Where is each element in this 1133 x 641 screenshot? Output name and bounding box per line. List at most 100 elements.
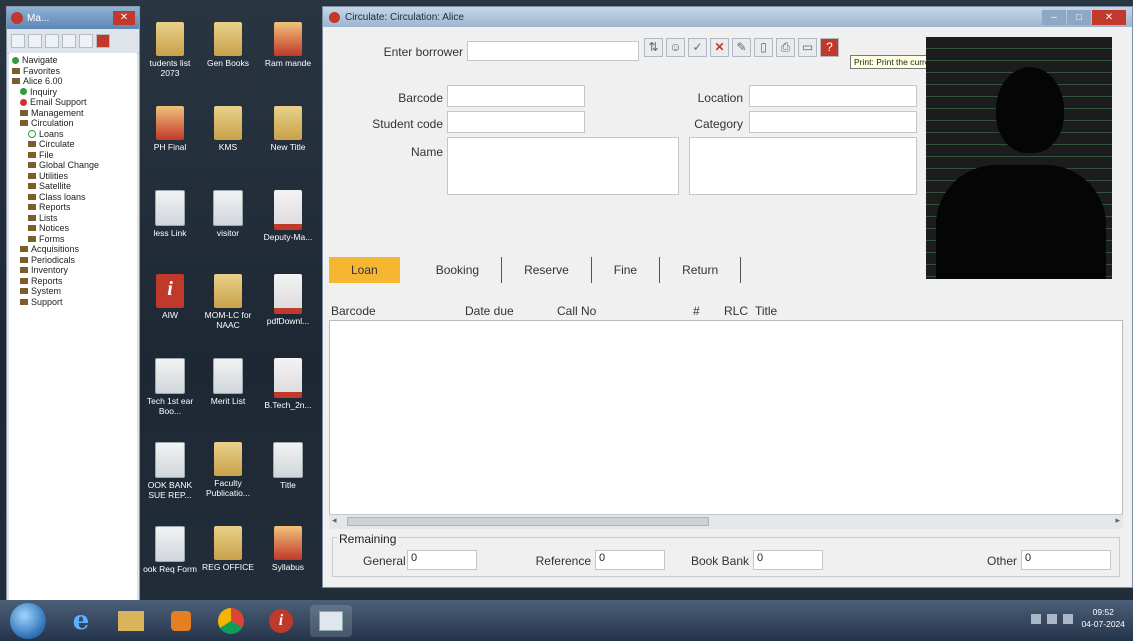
desktop-icon[interactable]: B.Tech_2n... [260, 358, 316, 410]
home-icon[interactable] [45, 34, 59, 48]
tab-reserve[interactable]: Reserve [502, 257, 592, 283]
tree-item[interactable]: Inventory [12, 265, 134, 276]
circulation-titlebar[interactable]: Circulate: Circulation: Alice – □ ✕ [323, 7, 1132, 27]
tree-item[interactable]: Reports [12, 202, 134, 213]
person-icon[interactable]: ☺ [666, 38, 685, 57]
desktop-icon[interactable]: tudents list 2073 [142, 22, 198, 78]
tree-item[interactable]: Support [12, 297, 134, 308]
tree-item[interactable]: Management [12, 108, 134, 119]
desktop-icon[interactable]: PH Final [142, 106, 198, 152]
desktop-icon[interactable]: Gen Books [200, 22, 256, 68]
pin-icon[interactable] [79, 34, 93, 48]
folder-icon [28, 162, 36, 169]
desktop-icon[interactable]: less Link [142, 190, 198, 238]
tree-item[interactable]: Global Change [12, 160, 134, 171]
tree-item[interactable]: Lists [12, 213, 134, 224]
network-icon[interactable] [1047, 614, 1057, 624]
tree-item[interactable]: Favorites [12, 66, 134, 77]
desktop-icon[interactable]: Merit List [200, 358, 256, 406]
desktop-icon[interactable]: Deputy-Ma... [260, 190, 316, 242]
desktop-icon[interactable]: ook Req Form [142, 526, 198, 574]
col-title[interactable]: Title [755, 304, 777, 318]
enter-borrower-input[interactable] [467, 41, 639, 61]
tree-item[interactable]: Reports [12, 276, 134, 287]
tree-item[interactable]: Inquiry [12, 87, 134, 98]
desktop-icon[interactable]: REG OFFICE [200, 526, 256, 572]
clock-time: 09:52 [1092, 607, 1114, 617]
tab-return[interactable]: Return [660, 257, 742, 283]
green-dot-icon [20, 88, 27, 96]
tree-item[interactable]: Loans [12, 129, 134, 140]
edit-icon[interactable]: ✎ [732, 38, 751, 57]
col-barcode[interactable]: Barcode [331, 304, 376, 318]
volume-icon[interactable] [1063, 614, 1073, 624]
minimize-icon[interactable]: – [1042, 9, 1066, 25]
tree-item-label: Periodicals [31, 254, 76, 265]
close-icon[interactable]: ✕ [1092, 9, 1126, 25]
col-date-due[interactable]: Date due [465, 304, 514, 318]
back-icon[interactable] [11, 34, 25, 48]
desktop-icon[interactable]: Syllabus [260, 526, 316, 572]
desktop-icon[interactable]: MOM-LC for NAAC [200, 274, 256, 330]
desktop-icon[interactable]: pdfDownl... [260, 274, 316, 326]
tree-item[interactable]: Circulate [12, 139, 134, 150]
desktop-icon[interactable]: OOK BANK SUE REP... [142, 442, 198, 500]
help-icon[interactable]: ? [820, 38, 839, 57]
clock[interactable]: 09:52 04-07-2024 [1082, 606, 1125, 630]
folder-icon [28, 214, 36, 221]
tree-item[interactable]: System [12, 286, 134, 297]
tree-item[interactable]: Periodicals [12, 255, 134, 266]
scroll-left-icon[interactable]: ◂ [332, 515, 337, 526]
loan-grid[interactable] [329, 320, 1123, 528]
horizontal-scrollbar[interactable]: ◂ ▸ [329, 514, 1123, 529]
tab-fine[interactable]: Fine [592, 257, 661, 283]
tree-item[interactable]: Navigate [12, 55, 134, 66]
tree-item[interactable]: File [12, 150, 134, 161]
refresh-icon[interactable] [62, 34, 76, 48]
tree-item[interactable]: Satellite [12, 181, 134, 192]
desktop-icon[interactable]: New Title [260, 106, 316, 152]
desktop-icon[interactable]: visitor [200, 190, 256, 238]
flag-icon[interactable] [1031, 614, 1041, 624]
tree-item[interactable]: Forms [12, 234, 134, 245]
tree-item[interactable]: Circulation [12, 118, 134, 129]
name-field [447, 137, 679, 195]
desktop-icon[interactable]: Tech 1st ear Boo... [142, 358, 198, 416]
tab-booking[interactable]: Booking [414, 257, 503, 283]
scrollbar-thumb[interactable] [347, 517, 709, 526]
help-icon[interactable] [96, 34, 110, 48]
navigator-titlebar[interactable]: Ma... ✕ [7, 7, 139, 29]
tree-item[interactable]: Alice 6.00 [12, 76, 134, 87]
media-player-icon[interactable] [160, 605, 202, 637]
copy-icon[interactable]: ▯ [754, 38, 773, 57]
active-window-icon[interactable] [310, 605, 352, 637]
desktop-icon[interactable]: i AIW [142, 274, 198, 320]
tree-item[interactable]: Class loans [12, 192, 134, 203]
print-icon[interactable]: ⎙ [776, 38, 795, 57]
scroll-right-icon[interactable]: ▸ [1115, 515, 1120, 526]
desktop-icon[interactable]: Faculty Publicatio... [200, 442, 256, 498]
window-icon[interactable]: ▭ [798, 38, 817, 57]
chrome-icon[interactable] [210, 605, 252, 637]
ie-icon[interactable]: e [60, 605, 102, 637]
find-icon[interactable]: ⇅ [644, 38, 663, 57]
tree-item[interactable]: Email Support [12, 97, 134, 108]
maximize-icon[interactable]: □ [1067, 9, 1091, 25]
close-icon[interactable]: ✕ [113, 11, 135, 25]
tab-loan[interactable]: Loan [329, 257, 400, 283]
desktop-icon[interactable]: KMS [200, 106, 256, 152]
tree-item[interactable]: Notices [12, 223, 134, 234]
alice-taskbar-icon[interactable]: i [260, 605, 302, 637]
col-call-no[interactable]: Call No [557, 304, 596, 318]
tree-item[interactable]: Acquisitions [12, 244, 134, 255]
desktop-icon[interactable]: Ram mande [260, 22, 316, 68]
confirm-icon[interactable]: ✓ [688, 38, 707, 57]
tree-item[interactable]: Utilities [12, 171, 134, 182]
col-rlc[interactable]: RLC [724, 304, 748, 318]
col-number[interactable]: # [693, 304, 700, 318]
forward-icon[interactable] [28, 34, 42, 48]
desktop-icon[interactable]: Title [260, 442, 316, 490]
start-button[interactable] [10, 603, 46, 639]
folder-icon[interactable] [110, 605, 152, 637]
cancel-icon[interactable]: ✕ [710, 38, 729, 57]
